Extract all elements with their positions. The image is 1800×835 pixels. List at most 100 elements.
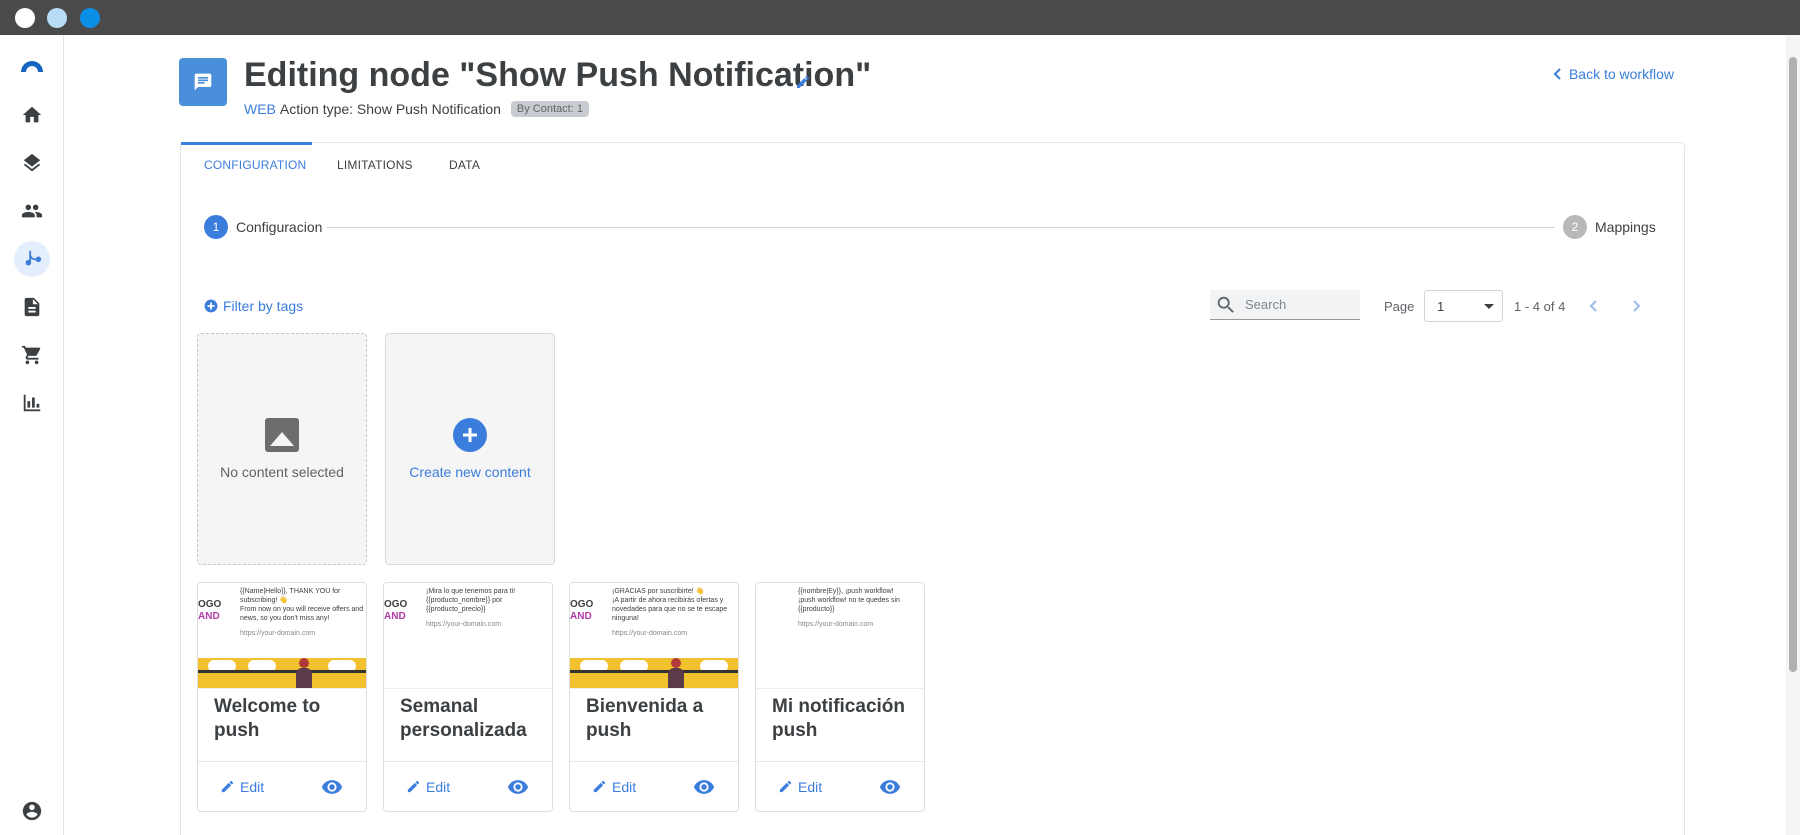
chat-icon — [194, 73, 212, 91]
back-link-label: Back to workflow — [1568, 66, 1674, 82]
window-minimize-button[interactable] — [47, 8, 67, 28]
search-icon — [1217, 296, 1234, 313]
sidebar-item-workflows[interactable] — [14, 241, 50, 277]
preview-content-button[interactable] — [506, 775, 530, 799]
account-icon — [22, 801, 42, 821]
node-subtitle: WEB Action type: Show Push Notification … — [244, 101, 589, 117]
page-label: Page — [1384, 299, 1415, 314]
content-card[interactable]: OGO AND ¡Mira lo que tenemos para ti! {{p… — [383, 582, 553, 812]
window-maximize-button[interactable] — [80, 8, 100, 28]
page-scrollbar[interactable] — [1786, 35, 1800, 835]
preview-content-button[interactable] — [320, 775, 344, 799]
eye-icon — [321, 779, 343, 794]
window-close-button[interactable] — [15, 8, 35, 28]
create-new-content-tile[interactable]: Create new content — [385, 333, 555, 565]
edit-content-button[interactable]: Edit — [778, 779, 822, 795]
card-actions: Edit — [570, 761, 738, 811]
back-to-workflow-link[interactable]: Back to workflow — [1553, 66, 1674, 82]
edit-content-button[interactable]: Edit — [592, 779, 636, 795]
content-preview-thumbnail: OGO AND ¡Mira lo que tenemos para ti! {{p… — [384, 583, 552, 689]
dropdown-caret-icon — [1484, 304, 1494, 309]
add-circle-icon — [204, 299, 218, 313]
eye-icon — [879, 779, 901, 794]
step-2-label[interactable]: Mappings — [1595, 219, 1656, 235]
edit-label: Edit — [612, 778, 637, 795]
workflow-icon — [25, 250, 42, 266]
add-circle-icon — [453, 418, 487, 452]
eye-icon — [693, 779, 715, 794]
no-content-selected-tile: No content selected — [197, 333, 367, 565]
edit-content-button[interactable]: Edit — [406, 779, 450, 795]
preview-text: ¡GRACIAS por suscribirte! 👋 ¡A partir de… — [612, 588, 728, 637]
content-title: Bienvenida a push — [586, 696, 704, 741]
step-1-circle[interactable]: 1 — [204, 215, 228, 239]
edit-title-button[interactable] — [795, 74, 813, 92]
no-content-label: No content selected — [220, 464, 344, 480]
bar-chart-icon — [23, 394, 41, 412]
content-card[interactable]: OGO AND {{Name|Hello}}, THANK YOU for sub… — [197, 582, 367, 812]
content-title: Welcome to push — [214, 696, 321, 741]
scrollbar-thumb[interactable] — [1789, 57, 1797, 672]
page-select-value: 1 — [1437, 299, 1445, 314]
content-card[interactable]: OGO AND ¡GRACIAS por suscribirte! 👋 ¡A pa… — [569, 582, 739, 812]
sidebar-item-shop[interactable] — [14, 337, 50, 373]
filter-by-tags-button[interactable]: Filter by tags — [204, 298, 303, 314]
chevron-right-icon — [1633, 300, 1641, 312]
pencil-icon — [221, 780, 234, 793]
channel-label: WEB — [244, 101, 276, 117]
stepper-connector — [327, 227, 1555, 228]
sidebar-item-home[interactable] — [14, 97, 50, 133]
card-actions: Edit — [384, 761, 552, 811]
active-tab-indicator — [181, 142, 312, 145]
pencil-icon — [407, 780, 420, 793]
pencil-icon — [779, 780, 792, 793]
preview-banner — [570, 658, 738, 688]
content-preview-thumbnail: OGO AND ¡GRACIAS por suscribirte! 👋 ¡A pa… — [570, 583, 738, 689]
preview-text: {{Name|Hello}}, THANK YOU for subscribin… — [240, 588, 364, 637]
content-card[interactable]: {{nombre|Ey}}, ¡push workflow! ¡push wor… — [755, 582, 925, 812]
home-icon — [22, 106, 42, 123]
brand-logo: OGO AND — [198, 599, 222, 622]
eye-icon — [507, 779, 529, 794]
brand-logo: OGO AND — [384, 599, 408, 622]
card-actions: Edit — [756, 761, 924, 811]
chevron-left-icon — [1589, 300, 1597, 312]
preview-content-button[interactable] — [692, 775, 716, 799]
content-title: Mi notificación push — [772, 696, 905, 741]
app-logo-icon[interactable] — [14, 47, 50, 83]
tab-limitations[interactable]: LIMITATIONS — [337, 158, 413, 172]
content-title: Semanal personalizada — [400, 696, 527, 741]
content-preview-thumbnail: OGO AND {{Name|Hello}}, THANK YOU for sub… — [198, 583, 366, 689]
tab-configuration[interactable]: CONFIGURATION — [204, 158, 306, 172]
preview-content-button[interactable] — [878, 775, 902, 799]
sidebar-item-layers[interactable] — [14, 145, 50, 181]
tab-data[interactable]: DATA — [449, 158, 480, 172]
card-actions: Edit — [198, 761, 366, 811]
sidebar-item-analytics[interactable] — [14, 385, 50, 421]
edit-label: Edit — [240, 778, 265, 795]
layers-icon — [23, 153, 41, 172]
search-input[interactable] — [1245, 297, 1345, 312]
search-field[interactable] — [1210, 290, 1360, 320]
node-type-badge — [179, 58, 227, 106]
sidebar-item-documents[interactable] — [14, 289, 50, 325]
pagination-range: 1 - 4 of 4 — [1514, 299, 1566, 314]
step-1-label[interactable]: Configuracion — [236, 219, 322, 235]
chevron-left-icon — [1553, 68, 1561, 80]
preview-text: {{nombre|Ey}}, ¡push workflow! ¡push wor… — [798, 588, 900, 628]
pencil-icon — [593, 780, 606, 793]
window-titlebar — [0, 0, 1800, 35]
sidebar — [0, 35, 64, 835]
sidebar-item-contacts[interactable] — [14, 193, 50, 229]
step-2-circle[interactable]: 2 — [1563, 215, 1587, 239]
content-preview-thumbnail: {{nombre|Ey}}, ¡push workflow! ¡push wor… — [756, 583, 924, 689]
people-icon — [21, 204, 43, 218]
next-page-button[interactable] — [1626, 296, 1646, 316]
create-content-label: Create new content — [409, 464, 531, 480]
sidebar-item-account[interactable] — [14, 793, 50, 829]
cart-icon — [21, 345, 41, 365]
edit-content-button[interactable]: Edit — [220, 779, 264, 795]
page-select[interactable]: 1 — [1424, 290, 1503, 322]
brand-logo: OGO AND — [570, 599, 594, 622]
previous-page-button[interactable] — [1584, 296, 1604, 316]
